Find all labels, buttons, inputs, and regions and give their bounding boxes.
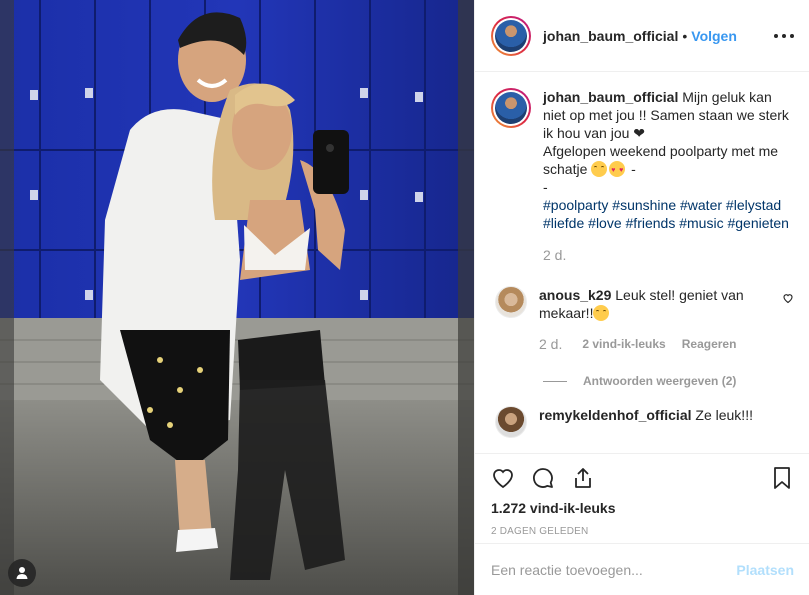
caption-avatar[interactable]: [491, 88, 531, 128]
comment-like-heart-icon[interactable]: [782, 292, 794, 304]
hashtag-link[interactable]: #poolparty: [543, 197, 608, 213]
post-photo[interactable]: [0, 0, 474, 595]
comment-meta: 2 d. 2 vind-ik-leuks Reageren: [539, 336, 794, 352]
hashtag-link[interactable]: #lelystad: [726, 197, 781, 213]
comments-section[interactable]: johan_baum_official Mijn geluk kan niet …: [475, 73, 809, 453]
user-tags-button[interactable]: [8, 559, 36, 587]
header-avatar[interactable]: [491, 15, 531, 56]
hashtag-link[interactable]: #friends: [626, 215, 676, 231]
comment-item: remykeldenhof_official Ze leuk!!!: [491, 406, 794, 438]
separator-dot: •: [682, 27, 688, 44]
likes-count[interactable]: 1.272 vind-ik-leuks: [491, 500, 794, 516]
heart-icon[interactable]: [491, 466, 515, 490]
comment-message: Ze leuk!!!: [695, 407, 753, 423]
post-comment-button[interactable]: Plaatsen: [736, 562, 794, 578]
post-header: johan_baum_official • Volgen: [475, 0, 809, 72]
replies-line: [543, 380, 567, 382]
user-icon: [16, 567, 28, 579]
heart-eyes-emoji-icon: [609, 161, 626, 180]
reply-button[interactable]: Reageren: [682, 337, 737, 351]
hashtag-link[interactable]: #water: [680, 197, 722, 213]
caption: johan_baum_official Mijn geluk kan niet …: [491, 73, 794, 264]
follow-button[interactable]: Volgen: [691, 28, 737, 44]
caption-text: johan_baum_official Mijn geluk kan niet …: [543, 88, 793, 264]
post-side-panel: johan_baum_official • Volgen johan_baum_…: [474, 0, 809, 595]
view-replies-label: Antwoorden weergeven (2): [583, 374, 737, 388]
blush-emoji-icon: [591, 161, 608, 177]
comment-username[interactable]: anous_k29: [539, 287, 611, 303]
add-comment-bar: Plaatsen: [475, 543, 809, 595]
comment-icon[interactable]: [531, 466, 555, 490]
hashtag-link[interactable]: #genieten: [727, 215, 789, 231]
caption-hashtags: #poolparty #sunshine #water #lelystad #l…: [543, 196, 793, 232]
comment-item: anous_k29 Leuk stel! geniet van mekaar!!: [491, 286, 794, 322]
share-icon[interactable]: [571, 466, 595, 490]
hashtag-link[interactable]: #liefde: [543, 215, 584, 231]
post-actions: 1.272 vind-ik-leuks 2 DAGEN GELEDEN: [475, 453, 809, 543]
caption-line2-suffix: -: [631, 161, 636, 177]
caption-line3: -: [543, 179, 548, 195]
caption-line2: Afgelopen weekend poolparty met me schat…: [543, 143, 779, 177]
comment-username[interactable]: remykeldenhof_official: [539, 407, 692, 423]
hugging-face-emoji-icon: [593, 305, 610, 321]
photo-illustration: [0, 0, 474, 595]
hashtag-link[interactable]: #love: [588, 215, 621, 231]
comment-input[interactable]: [491, 561, 737, 578]
comment-text: remykeldenhof_official Ze leuk!!!: [539, 406, 774, 438]
comment-likes[interactable]: 2 vind-ik-leuks: [582, 337, 665, 351]
action-icons: [491, 458, 794, 498]
view-replies-button[interactable]: Antwoorden weergeven (2): [543, 374, 794, 388]
comment-avatar[interactable]: [495, 286, 527, 318]
hashtag-link[interactable]: #music: [679, 215, 723, 231]
caption-username[interactable]: johan_baum_official: [543, 89, 678, 105]
comment-time[interactable]: 2 d.: [539, 336, 562, 352]
bookmark-icon[interactable]: [770, 466, 794, 490]
header-username[interactable]: johan_baum_official: [543, 28, 678, 44]
more-horizontal-icon[interactable]: [774, 28, 794, 44]
hashtag-link[interactable]: #sunshine: [612, 197, 676, 213]
comment-avatar[interactable]: [495, 406, 527, 438]
comment-text: anous_k29 Leuk stel! geniet van mekaar!!: [539, 286, 774, 322]
post-date[interactable]: 2 DAGEN GELEDEN: [491, 526, 794, 537]
caption-time[interactable]: 2 d.: [543, 246, 793, 264]
